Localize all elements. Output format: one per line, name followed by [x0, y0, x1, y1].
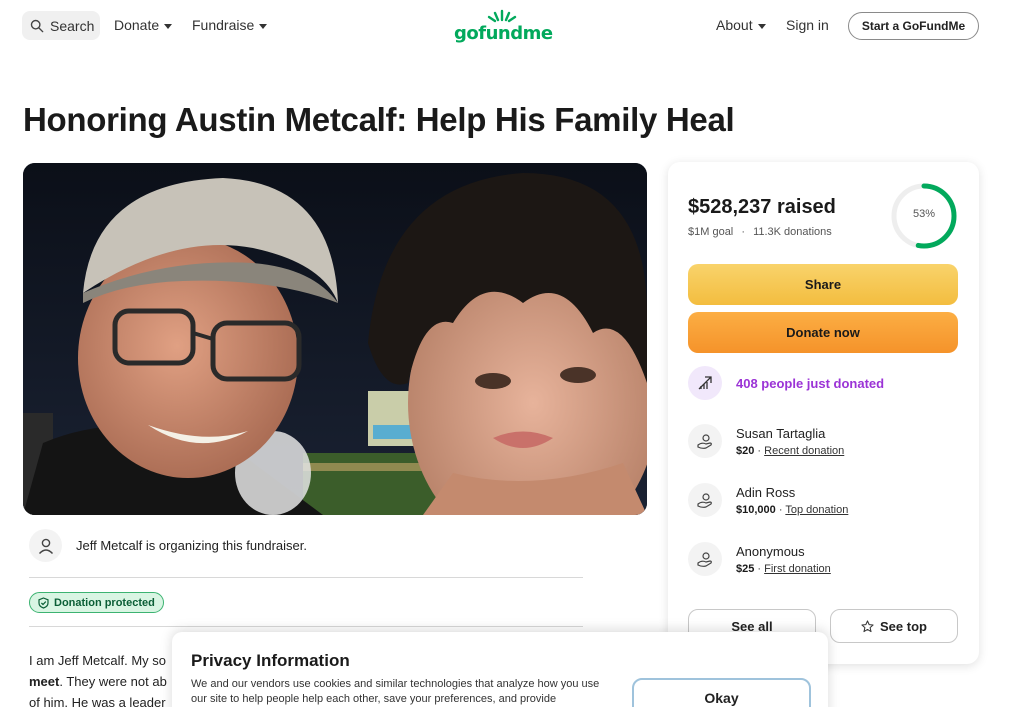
donor-amount: $10,000 — [736, 503, 776, 516]
okay-button[interactable]: Okay — [632, 678, 811, 707]
donor-name: Susan Tartaglia — [736, 425, 826, 441]
nav-about[interactable]: About — [716, 17, 766, 33]
story-line-1: I am Jeff Metcalf. My so — [29, 653, 167, 668]
donation-protected-label: Donation protected — [54, 596, 155, 609]
donation-type-link[interactable]: First donation — [764, 563, 831, 575]
donation-hand-icon — [688, 483, 722, 517]
people-just-donated: 408 people just donated — [736, 375, 885, 391]
donor-meta: $25 · First donation — [736, 562, 831, 575]
goal-text: $1M goal — [688, 226, 734, 238]
amount-raised: $528,237 raised — [688, 196, 836, 218]
nav-donate-label: Donate — [114, 17, 160, 33]
recent-activity: 408 people just donated — [688, 366, 884, 400]
donate-now-button[interactable]: Donate now — [688, 312, 958, 353]
donation-hand-icon — [688, 424, 722, 458]
progress-label: 53% — [912, 208, 936, 220]
donor-amount: $25 — [736, 562, 755, 575]
story-line-2-rest: . They were not ab — [59, 674, 167, 689]
goal-and-count: $1M goal · 11.3K donations — [688, 226, 832, 238]
chevron-down-icon — [259, 23, 268, 29]
story-line-3: of him. He was a leader — [29, 695, 166, 707]
gofundme-logo[interactable]: gofundme — [454, 8, 553, 44]
story-bold-word: meet — [29, 674, 60, 689]
privacy-banner: Privacy Information We and our vendors u… — [172, 632, 828, 707]
story-text: I am Jeff Metcalf. My so meet. They were… — [29, 650, 179, 707]
start-gofundme-button[interactable]: Start a GoFundMe — [848, 12, 979, 40]
top-navigation: Search Donate Fundraise gofundme About S… — [0, 0, 1024, 52]
nav-about-label: About — [716, 17, 753, 33]
page-title: Honoring Austin Metcalf: Help His Family… — [23, 101, 735, 138]
nav-fundraise-label: Fundraise — [192, 17, 255, 33]
sign-in-label: Sign in — [786, 17, 829, 33]
see-top-label: See top — [880, 618, 927, 634]
donor-item: Anonymous $25 · First donation — [688, 542, 831, 576]
donor-item: Susan Tartaglia $20 · Recent donation — [688, 424, 844, 458]
donor-meta: $10,000 · Top donation — [736, 503, 849, 516]
donor-name: Anonymous — [736, 543, 805, 559]
donor-item: Adin Ross $10,000 · Top donation — [688, 483, 848, 517]
search-icon — [30, 19, 44, 32]
organizer-text: Jeff Metcalf is organizing this fundrais… — [76, 538, 307, 553]
donation-count: 11.3K donations — [753, 226, 832, 238]
privacy-body: We and our vendors use cookies and simil… — [191, 678, 600, 705]
chevron-down-icon — [757, 23, 766, 29]
donor-meta: $20 · Recent donation — [736, 444, 845, 457]
donation-protected-badge[interactable]: Donation protected — [29, 592, 164, 613]
shield-icon — [38, 596, 49, 609]
search-label: Search — [50, 17, 95, 34]
donor-amount: $20 — [736, 444, 755, 457]
donor-name: Adin Ross — [736, 484, 796, 500]
trending-up-icon — [688, 366, 722, 400]
donation-hand-icon — [688, 542, 722, 576]
search-button[interactable]: Search — [22, 11, 100, 40]
user-icon — [29, 529, 62, 562]
progress-ring: 53% — [890, 182, 958, 250]
nav-donate[interactable]: Donate — [114, 17, 173, 33]
organizer-row: Jeff Metcalf is organizing this fundrais… — [29, 529, 307, 562]
chevron-down-icon — [164, 23, 173, 29]
fundraiser-photo-illustration — [23, 163, 647, 515]
share-button[interactable]: Share — [688, 264, 958, 305]
sign-in-link[interactable]: Sign in — [786, 17, 829, 33]
donation-card: $528,237 raised $1M goal · 11.3K donatio… — [668, 162, 979, 664]
divider — [29, 626, 583, 627]
logo-text: gofundme — [454, 23, 553, 44]
nav-fundraise[interactable]: Fundraise — [192, 17, 268, 33]
see-top-button[interactable]: See top — [830, 609, 958, 643]
divider — [29, 577, 583, 578]
star-icon — [861, 619, 874, 632]
story-line-2: meet. They were not ab — [29, 671, 179, 692]
privacy-title: Privacy Information — [191, 651, 350, 670]
fundraiser-photo[interactable] — [23, 163, 647, 515]
donation-type-link[interactable]: Top donation — [785, 504, 848, 516]
donation-type-link[interactable]: Recent donation — [764, 445, 844, 457]
logo-sunburst-icon — [487, 9, 517, 23]
goal-separator: · — [741, 226, 745, 238]
